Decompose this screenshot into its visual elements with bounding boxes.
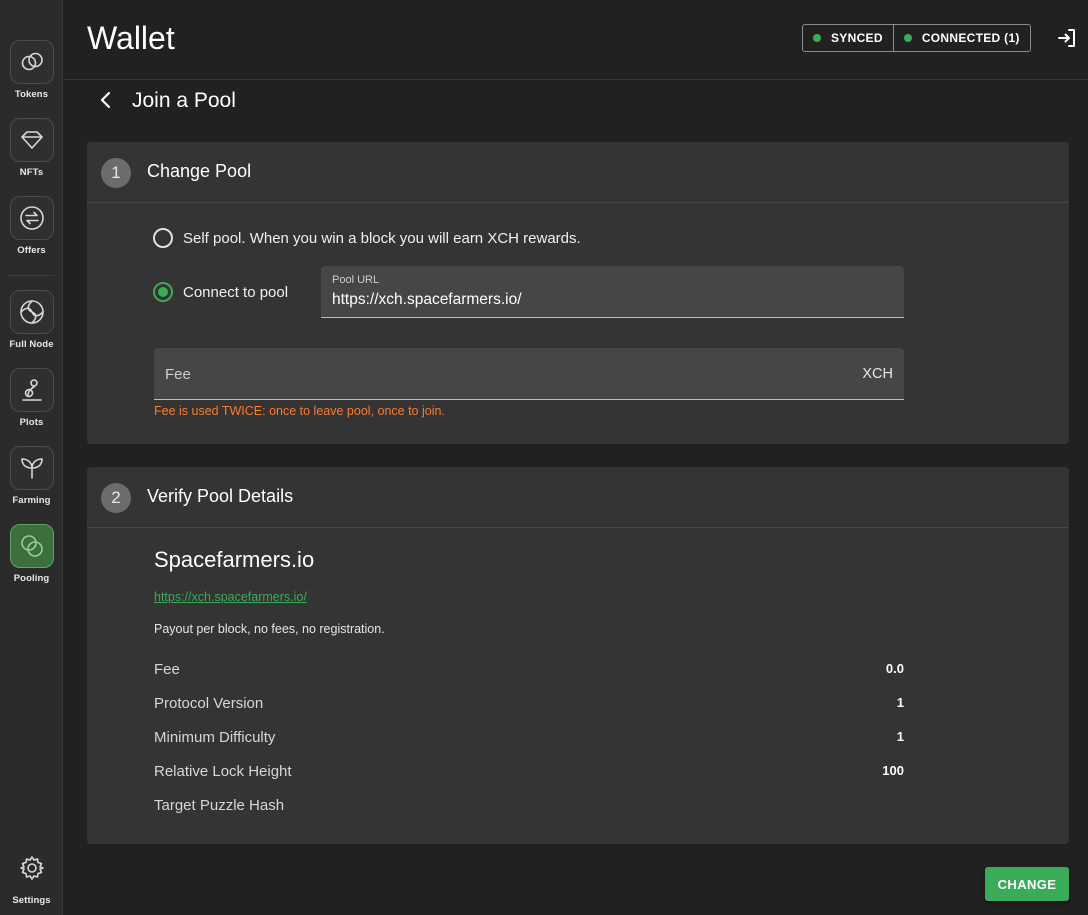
- card-header: 2 Verify Pool Details: [87, 467, 1069, 528]
- sidebar-item-offers[interactable]: Offers: [0, 196, 63, 256]
- detail-row-target-puzzle-hash: Target Puzzle Hash: [154, 797, 904, 814]
- connect-pool-label: Connect to pool: [183, 283, 289, 301]
- sidebar-item-label: Pooling: [13, 573, 50, 584]
- connect-pool-radio[interactable]: [153, 282, 173, 302]
- swap-icon: [9, 196, 54, 240]
- chevron-left-icon: [100, 91, 111, 109]
- change-button[interactable]: CHANGE: [985, 867, 1069, 901]
- sidebar-item-pooling[interactable]: Pooling: [0, 524, 63, 584]
- tokens-icon: [9, 40, 54, 84]
- synced-status[interactable]: SYNCED: [803, 25, 893, 51]
- sidebar-item-nfts[interactable]: NFTs: [0, 118, 63, 178]
- synced-label: SYNCED: [831, 31, 883, 45]
- sidebar-item-label: Full Node: [9, 339, 54, 350]
- detail-row-fee: Fee 0.0: [154, 661, 904, 678]
- detail-row-minimum-difficulty: Minimum Difficulty 1: [154, 729, 904, 746]
- detail-label: Relative Lock Height: [154, 763, 292, 780]
- card-header: 1 Change Pool: [87, 142, 1069, 203]
- sidebar-item-settings[interactable]: Settings: [0, 846, 63, 906]
- detail-row-relative-lock-height: Relative Lock Height 100: [154, 763, 904, 780]
- sidebar-item-farming[interactable]: Farming: [0, 446, 63, 506]
- sidebar-item-label: NFTs: [19, 167, 44, 178]
- app-title: Wallet: [87, 20, 175, 56]
- connected-status[interactable]: CONNECTED (1): [892, 25, 1030, 51]
- diamond-icon: [9, 118, 54, 162]
- step-number: 1: [101, 158, 131, 188]
- sidebar-item-label: Offers: [17, 245, 46, 256]
- sidebar-item-label: Tokens: [14, 89, 49, 100]
- fee-placeholder: Fee: [165, 366, 191, 383]
- self-pool-option[interactable]: Self pool. When you win a block you will…: [153, 228, 581, 248]
- change-pool-card: 1 Change Pool Self pool. When you win a …: [87, 142, 1069, 444]
- detail-value: 100: [882, 763, 904, 778]
- detail-label: Minimum Difficulty: [154, 729, 276, 746]
- page-title: Join a Pool: [132, 89, 236, 112]
- status-dot-icon: [903, 34, 912, 42]
- sidebar-item-label: Settings: [12, 895, 51, 906]
- status-indicators: SYNCED CONNECTED (1): [802, 24, 1031, 52]
- sprout-icon: [9, 446, 54, 490]
- full-node-icon: [9, 290, 54, 334]
- plots-icon: [9, 368, 54, 412]
- detail-label: Fee: [154, 661, 180, 678]
- self-pool-label: Self pool. When you win a block you will…: [183, 229, 581, 247]
- detail-value: 0.0: [885, 661, 904, 676]
- pool-url-value[interactable]: https://xch.spacefarmers.io/: [332, 291, 522, 309]
- verify-pool-card: 2 Verify Pool Details Spacefarmers.io ht…: [87, 467, 1069, 844]
- app-header: Wallet SYNCED CONNECTED (1): [64, 0, 1088, 80]
- pool-link[interactable]: https://xch.spacefarmers.io/: [154, 590, 307, 604]
- sidebar-divider: [8, 275, 55, 276]
- detail-label: Target Puzzle Hash: [154, 797, 285, 814]
- card-title: Verify Pool Details: [147, 486, 294, 506]
- detail-row-protocol-version: Protocol Version 1: [154, 695, 904, 712]
- detail-value: 1: [896, 695, 904, 710]
- sidebar-item-tokens[interactable]: Tokens: [0, 40, 63, 100]
- back-button[interactable]: [94, 88, 118, 112]
- pool-name: Spacefarmers.io: [154, 547, 315, 572]
- self-pool-radio[interactable]: [153, 228, 173, 248]
- fee-warning: Fee is used TWICE: once to leave pool, o…: [154, 404, 445, 418]
- pool-url-label: Pool URL: [332, 274, 380, 286]
- pool-url-field[interactable]: Pool URL https://xch.spacefarmers.io/: [321, 266, 904, 318]
- connected-label: CONNECTED (1): [921, 31, 1020, 45]
- status-dot-icon: [813, 34, 821, 42]
- step-number: 2: [101, 483, 131, 513]
- sidebar-item-plots[interactable]: Plots: [0, 368, 63, 428]
- pool-description: Payout per block, no fees, no registrati…: [154, 622, 385, 636]
- sidebar-item-full-node[interactable]: Full Node: [0, 290, 63, 350]
- sidebar: Tokens NFTs Offers Full Node Plots Farmi…: [0, 0, 63, 915]
- fee-unit: XCH: [862, 366, 893, 382]
- detail-label: Protocol Version: [154, 695, 264, 712]
- fee-field[interactable]: Fee XCH: [154, 348, 904, 400]
- logout-icon[interactable]: [1057, 28, 1077, 48]
- sidebar-item-label: Farming: [12, 495, 51, 506]
- gear-icon: [10, 846, 54, 890]
- connect-pool-option[interactable]: Connect to pool: [153, 282, 288, 302]
- detail-value: 1: [896, 729, 904, 744]
- card-title: Change Pool: [147, 161, 252, 181]
- sidebar-item-label: Plots: [19, 417, 44, 428]
- pooling-icon: [9, 524, 54, 568]
